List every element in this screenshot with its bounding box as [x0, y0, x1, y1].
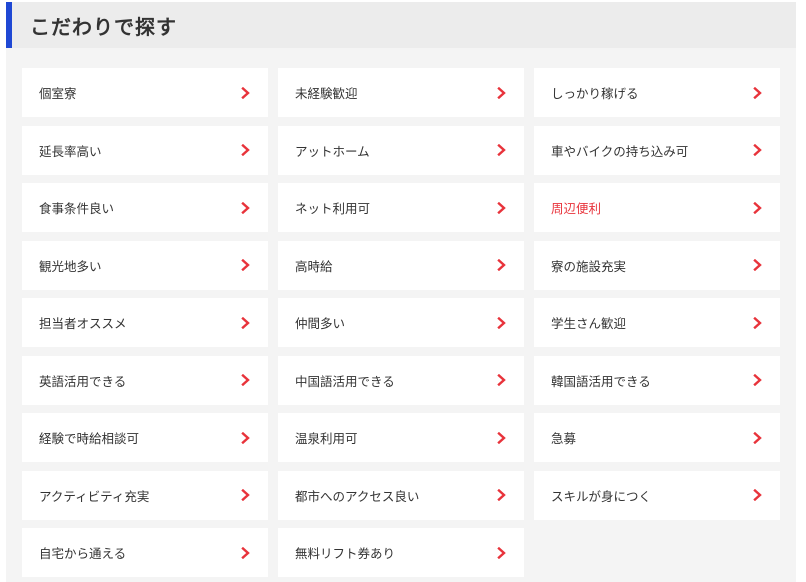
filter-label: 延長率高い: [39, 143, 102, 159]
chevron-right-icon: [753, 431, 762, 444]
filter-label: 個室寮: [39, 86, 77, 101]
filter-label: 食事条件良い: [39, 201, 115, 216]
filter-label: 寮の施設充実: [551, 258, 627, 274]
chevron-right-icon: [753, 489, 762, 501]
chevron-right-icon: [241, 489, 250, 501]
chevron-right-icon: [241, 86, 250, 99]
chevron-right-icon: [241, 201, 250, 214]
filter-label: 担当者オススメ: [39, 316, 127, 331]
filter-label: 温泉利用可: [295, 431, 358, 446]
chevron-right-icon: [241, 431, 250, 444]
filter-tile-1[interactable]: 個室寮: [22, 68, 268, 117]
filter-label: 仲間多い: [295, 316, 346, 331]
filter-label: しっかり稼げる: [551, 86, 639, 101]
chevron-right-icon: [497, 546, 506, 559]
filter-tile-9[interactable]: 周辺便利: [534, 183, 780, 232]
filter-label: アクティビティ充実: [39, 488, 150, 504]
filter-tile-14[interactable]: 仲間多い: [278, 298, 524, 347]
chevron-right-icon: [497, 316, 506, 329]
chevron-right-icon: [753, 374, 762, 386]
filter-label: アットホーム: [295, 143, 370, 159]
chevron-right-icon: [753, 259, 762, 271]
filter-tile-25[interactable]: 自宅から通える: [22, 528, 268, 577]
filter-label: 未経験歓迎: [295, 86, 358, 101]
chevron-right-icon: [241, 316, 250, 329]
chevron-right-icon: [497, 144, 506, 156]
chevron-right-icon: [753, 201, 762, 214]
filter-tile-24[interactable]: スキルが身につく: [534, 470, 780, 520]
filter-tile-22[interactable]: アクティビティ充実: [22, 470, 268, 520]
filter-tile-7[interactable]: 食事条件良い: [22, 183, 268, 232]
filter-tile-16[interactable]: 英語活用できる: [22, 355, 268, 405]
section-title: こだわりで探す: [30, 14, 177, 39]
chevron-right-icon: [753, 316, 762, 329]
filter-label: 韓国語活用できる: [551, 373, 651, 389]
filter-tile-13[interactable]: 担当者オススメ: [22, 298, 268, 347]
filter-tile-11[interactable]: 高時給: [278, 240, 524, 290]
filter-label: 急募: [551, 431, 577, 446]
chevron-right-icon: [753, 86, 762, 99]
filter-label: 都市へのアクセス良い: [295, 488, 420, 504]
filter-tile-2[interactable]: 未経験歓迎: [278, 68, 524, 117]
filter-tile-18[interactable]: 韓国語活用できる: [534, 355, 780, 405]
filter-tile-12[interactable]: 寮の施設充実: [534, 240, 780, 290]
filter-label: 自宅から通える: [39, 546, 127, 561]
chevron-right-icon: [497, 86, 506, 99]
filter-tile-23[interactable]: 都市へのアクセス良い: [278, 470, 524, 520]
filter-tile-3[interactable]: しっかり稼げる: [534, 68, 780, 117]
filter-panel: 個室寮 未経験歓迎 しっかり稼げる 延長率高い アットホーム 車やバイクの持ち込…: [6, 48, 796, 582]
filter-label: 観光地多い: [39, 258, 102, 274]
chevron-right-icon: [497, 489, 506, 501]
filter-tile-21[interactable]: 急募: [534, 413, 780, 462]
filter-label: 経験で時給相談可: [39, 431, 140, 446]
chevron-right-icon: [497, 201, 506, 214]
filter-tile-17[interactable]: 中国語活用できる: [278, 355, 524, 405]
filter-tile-10[interactable]: 観光地多い: [22, 240, 268, 290]
filter-label: スキルが身につく: [551, 488, 652, 504]
filter-tile-6[interactable]: 車やバイクの持ち込み可: [534, 125, 780, 175]
chevron-right-icon: [241, 259, 250, 271]
filter-label: 周辺便利: [551, 201, 602, 216]
chevron-right-icon: [753, 144, 762, 156]
filter-tile-4[interactable]: 延長率高い: [22, 125, 268, 175]
filter-tile-26[interactable]: 無料リフト券あり: [278, 528, 524, 577]
filter-label: 高時給: [295, 258, 333, 274]
chevron-right-icon: [241, 546, 250, 559]
section-header: こだわりで探す: [6, 2, 796, 48]
filter-tile-15[interactable]: 学生さん歓迎: [534, 298, 780, 347]
filter-label: 無料リフト券あり: [295, 546, 396, 561]
filter-label: 中国語活用できる: [295, 373, 395, 389]
filter-label: 英語活用できる: [39, 373, 127, 389]
filter-label: 学生さん歓迎: [551, 316, 627, 331]
filter-tile-19[interactable]: 経験で時給相談可: [22, 413, 268, 462]
page: こだわりで探す 個室寮 未経験歓迎 しっかり稼げる 延長率高い アットホーム 車…: [0, 0, 806, 582]
filter-label: 車やバイクの持ち込み可: [551, 143, 689, 159]
filter-grid: 個室寮 未経験歓迎 しっかり稼げる 延長率高い アットホーム 車やバイクの持ち込…: [22, 68, 780, 577]
filter-tile-5[interactable]: アットホーム: [278, 125, 524, 175]
chevron-right-icon: [497, 259, 506, 271]
chevron-right-icon: [241, 374, 250, 386]
chevron-right-icon: [241, 144, 250, 156]
filter-tile-20[interactable]: 温泉利用可: [278, 413, 524, 462]
chevron-right-icon: [497, 374, 506, 386]
filter-tile-8[interactable]: ネット利用可: [278, 183, 524, 232]
filter-label: ネット利用可: [295, 201, 371, 216]
chevron-right-icon: [497, 431, 506, 444]
